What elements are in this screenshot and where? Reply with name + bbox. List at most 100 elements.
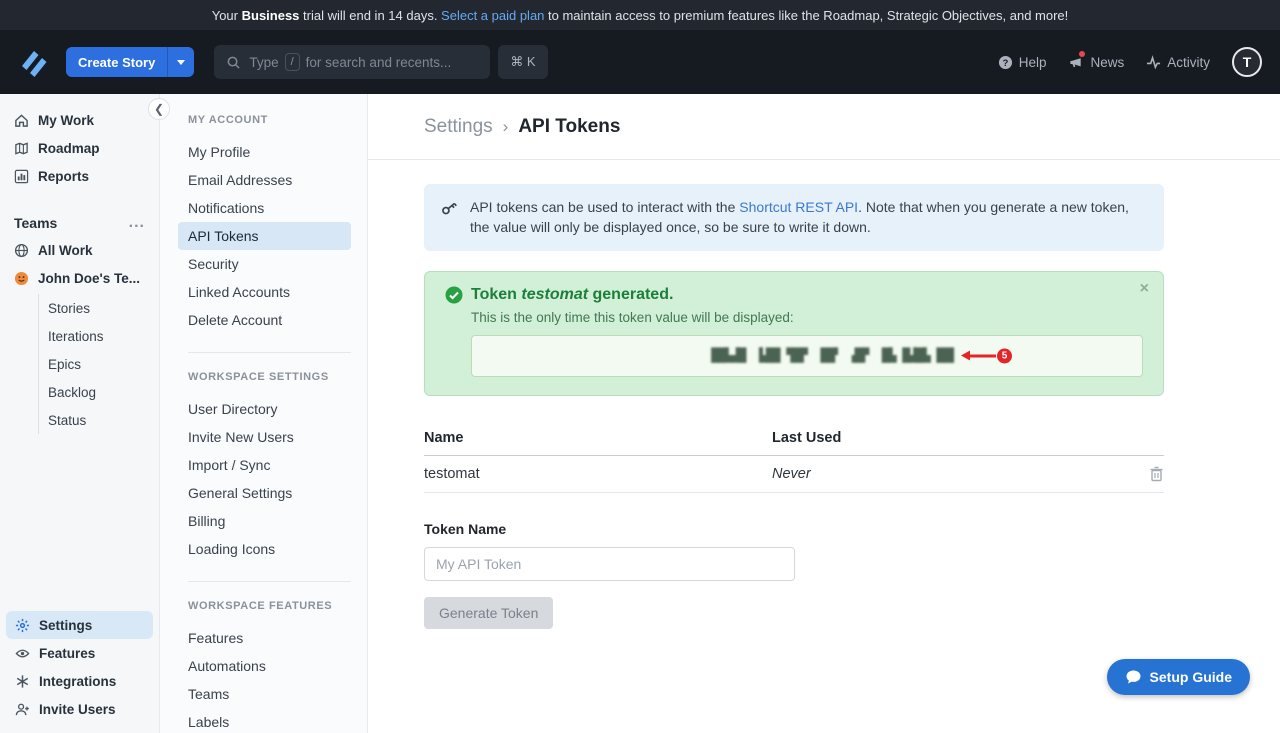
sidebar-item-iterations[interactable]: Iterations: [39, 322, 159, 350]
integrations-icon: [15, 674, 30, 689]
alert-title-text: Token testomat generated.: [471, 286, 673, 304]
settings-nav-features[interactable]: Features: [188, 624, 351, 652]
settings-nav-automations[interactable]: Automations: [188, 652, 351, 680]
sidebar-item-settings[interactable]: Settings: [6, 611, 153, 639]
team-name-label: John Doe's Te...: [38, 271, 140, 286]
integrations-label: Integrations: [39, 674, 116, 689]
trial-banner: Your Business trial will end in 14 days.…: [0, 0, 1280, 30]
column-header-name: Name: [424, 430, 772, 446]
page-header: Settings › API Tokens: [368, 94, 1280, 160]
sidebar-item-roadmap[interactable]: Roadmap: [0, 134, 159, 162]
content-row: ❮ My Work Roadmap: [0, 94, 1280, 733]
sidebar-item-invite-users[interactable]: Invite Users: [6, 695, 153, 723]
search-shortcut-badge: ⌘ K: [498, 45, 547, 79]
check-circle-icon: [445, 286, 463, 304]
settings-nav-delete-account[interactable]: Delete Account: [188, 306, 351, 334]
section-header-workspace-settings: WORKSPACE SETTINGS: [188, 371, 351, 383]
teams-more-button[interactable]: ...: [129, 214, 145, 232]
settings-nav-invite-new-users[interactable]: Invite New Users: [188, 423, 351, 451]
help-button[interactable]: ? Help: [998, 55, 1047, 70]
token-value-box: ██▙▟█ ▙██ ▜█▛ ██▘ ▗█▛ █▙ █▟█▙ ██▌ 5: [471, 335, 1143, 377]
search-placeholder-1: Type: [249, 55, 278, 70]
news-notification-dot: [1079, 51, 1085, 57]
banner-text-3: to maintain access to premium features l…: [544, 8, 1068, 23]
info-text: API tokens can be used to interact with …: [470, 197, 1148, 238]
user-avatar[interactable]: T: [1232, 47, 1262, 77]
select-paid-plan-link[interactable]: Select a paid plan: [441, 8, 544, 23]
help-label: Help: [1019, 55, 1047, 70]
settings-nav-labels[interactable]: Labels: [188, 708, 351, 733]
search-icon: [226, 55, 241, 70]
key-icon: [436, 195, 461, 220]
trash-icon[interactable]: [1149, 466, 1164, 482]
last-used-cell: Never: [772, 466, 1134, 482]
settings-nav-api-tokens[interactable]: API Tokens: [178, 222, 351, 250]
settings-nav-my-profile[interactable]: My Profile: [188, 138, 351, 166]
sidebar-item-my-work[interactable]: My Work: [0, 106, 159, 134]
sidebar-item-integrations[interactable]: Integrations: [6, 667, 153, 695]
settings-nav-general-settings[interactable]: General Settings: [188, 479, 351, 507]
token-name-italic: testomat: [521, 286, 588, 303]
banner-text-2: trial will end in 14 days.: [299, 8, 441, 23]
generate-token-button[interactable]: Generate Token: [424, 597, 553, 629]
search-input[interactable]: Type / for search and recents...: [214, 45, 490, 79]
settings-nav-email-addresses[interactable]: Email Addresses: [188, 166, 351, 194]
home-icon: [14, 113, 29, 128]
settings-nav-user-directory[interactable]: User Directory: [188, 395, 351, 423]
alert-title: Token testomat generated.: [445, 286, 1143, 304]
sidebar-item-status[interactable]: Status: [39, 406, 159, 434]
create-story-dropdown-button[interactable]: [167, 47, 194, 77]
arrow-line: [970, 354, 996, 357]
bar-chart-icon: [14, 169, 29, 184]
chevron-down-icon: [177, 60, 185, 65]
sidebar-bottom-group: Settings Features: [6, 611, 153, 723]
column-header-last-used: Last Used: [772, 430, 1134, 446]
table-row: testomat Never: [424, 456, 1164, 493]
settings-nav-notifications[interactable]: Notifications: [188, 194, 351, 222]
rest-api-link[interactable]: Shortcut REST API: [739, 199, 858, 215]
settings-nav-import-sync[interactable]: Import / Sync: [188, 451, 351, 479]
setup-guide-label: Setup Guide: [1150, 669, 1232, 685]
sidebar-item-features[interactable]: Features: [6, 639, 153, 667]
my-work-label: My Work: [38, 113, 94, 128]
redacted-token-value: ██▙▟█ ▙██ ▜█▛ ██▘ ▗█▛ █▙ █▟█▙ ██▌: [711, 348, 957, 363]
settings-label: Settings: [39, 618, 92, 633]
slash-key-hint: /: [285, 53, 300, 71]
globe-icon: [14, 243, 29, 258]
shortcut-logo-icon[interactable]: [18, 46, 50, 78]
activity-button[interactable]: Activity: [1146, 55, 1210, 70]
sidebar-item-reports[interactable]: Reports: [0, 162, 159, 190]
setup-guide-button[interactable]: Setup Guide: [1107, 659, 1250, 695]
create-story-button[interactable]: Create Story: [66, 47, 167, 77]
navbar-right-group: ? Help News Activity T: [998, 47, 1262, 77]
eye-icon: [15, 646, 30, 661]
features-label: Features: [39, 646, 95, 661]
activity-label: Activity: [1167, 55, 1210, 70]
news-button[interactable]: News: [1068, 55, 1124, 70]
breadcrumb-settings[interactable]: Settings: [424, 116, 493, 138]
invite-users-label: Invite Users: [39, 702, 116, 717]
megaphone-icon: [1068, 55, 1084, 70]
main-content: Settings › API Tokens API tokens can be …: [368, 94, 1280, 733]
settings-nav-billing[interactable]: Billing: [188, 507, 351, 535]
help-icon: ?: [998, 55, 1013, 70]
sidebar-item-backlog[interactable]: Backlog: [39, 378, 159, 406]
sidebar-item-team[interactable]: John Doe's Te...: [0, 264, 159, 292]
sidebar-collapse-button[interactable]: ❮: [148, 98, 170, 120]
reports-label: Reports: [38, 169, 89, 184]
settings-nav-security[interactable]: Security: [188, 250, 351, 278]
sidebar-item-stories[interactable]: Stories: [39, 294, 159, 322]
token-name-input[interactable]: [424, 547, 795, 581]
section-header-workspace-features: WORKSPACE FEATURES: [188, 600, 351, 612]
sidebar-item-all-work[interactable]: All Work: [0, 236, 159, 264]
settings-nav-teams[interactable]: Teams: [188, 680, 351, 708]
banner-plan-name: Business: [242, 8, 300, 23]
settings-nav-linked-accounts[interactable]: Linked Accounts: [188, 278, 351, 306]
table-header-row: Name Last Used: [424, 422, 1164, 456]
sidebar-item-epics[interactable]: Epics: [39, 350, 159, 378]
settings-nav-loading-icons[interactable]: Loading Icons: [188, 535, 351, 563]
breadcrumb-separator: ›: [503, 117, 509, 137]
section-divider: [188, 352, 351, 353]
arrow-head: [961, 351, 970, 361]
close-icon[interactable]: ×: [1140, 280, 1149, 298]
